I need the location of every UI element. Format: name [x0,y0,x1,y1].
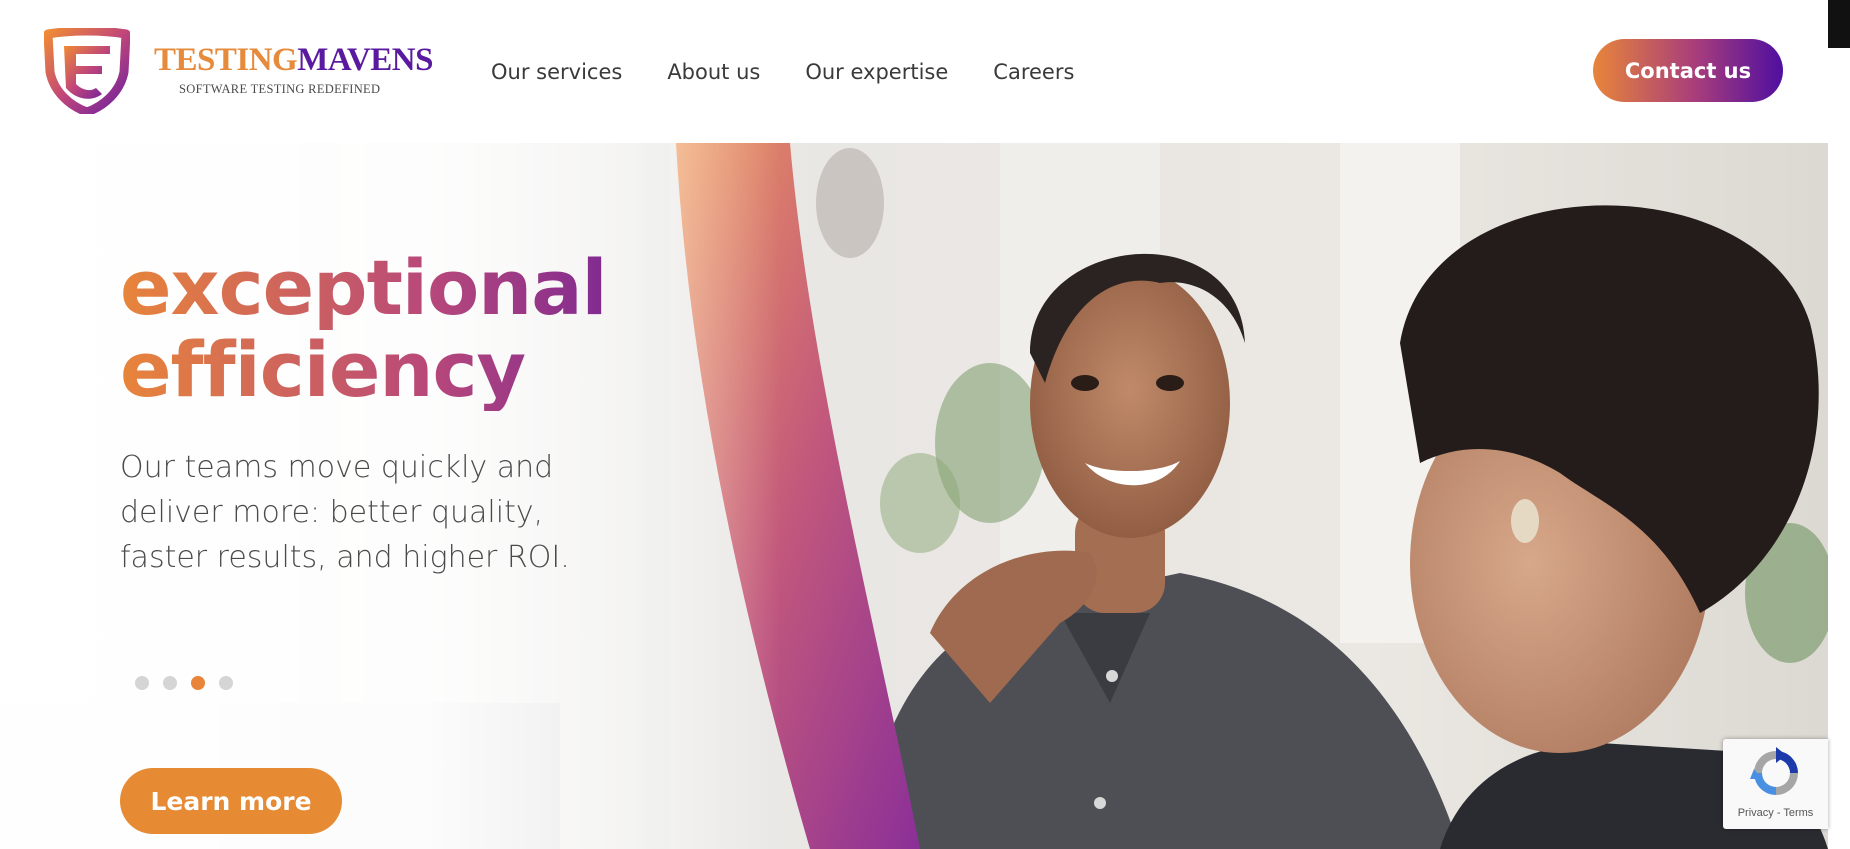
recaptcha-icon [1750,747,1798,795]
nav-careers[interactable]: Careers [993,60,1074,84]
nav-our-expertise[interactable]: Our expertise [805,60,948,84]
brand-name-part1: TESTING [154,42,298,78]
hero-headline-line1: exceptional [120,243,607,332]
recaptcha-links: Privacy - Terms [1723,807,1828,819]
contact-us-button[interactable]: Contact us [1593,39,1783,102]
brand-tagline: SOFTWARE TESTING REDEFINED [179,82,381,96]
hero-headline-line2: efficiency [120,325,526,414]
carousel-dot-1[interactable] [135,676,149,690]
recaptcha-privacy-link[interactable]: Privacy [1738,807,1774,819]
recaptcha-terms-link[interactable]: Terms [1783,807,1813,819]
nav-our-services[interactable]: Our services [491,60,622,84]
main-nav: Our services About us Our expertise Care… [491,60,1119,84]
site-header: TESTINGMAVENS SOFTWARE TESTING REDEFINED… [0,0,1828,143]
learn-more-button[interactable]: Learn more [120,768,342,834]
hero-subtext: Our teams move quickly and deliver more:… [120,450,570,575]
shield-logo-icon [44,28,130,114]
carousel-dot-2[interactable] [163,676,177,690]
carousel-dot-3[interactable] [191,676,205,690]
brand-logo[interactable]: TESTINGMAVENS SOFTWARE TESTING REDEFINED [44,28,434,116]
hero-headline: exceptional efficiency [120,247,680,411]
recaptcha-separator: - [1776,807,1781,819]
brand-name-part2: MAVENS [297,42,433,78]
carousel-dots [135,676,233,690]
hero-carousel: exceptional efficiency Our teams move qu… [0,143,1828,849]
recaptcha-badge[interactable]: Privacy - Terms [1723,739,1828,829]
window-corner [1828,0,1850,48]
nav-about-us[interactable]: About us [667,60,760,84]
carousel-dot-4[interactable] [219,676,233,690]
scrollbar-track[interactable] [1828,48,1850,849]
brand-name: TESTINGMAVENS [154,44,433,77]
